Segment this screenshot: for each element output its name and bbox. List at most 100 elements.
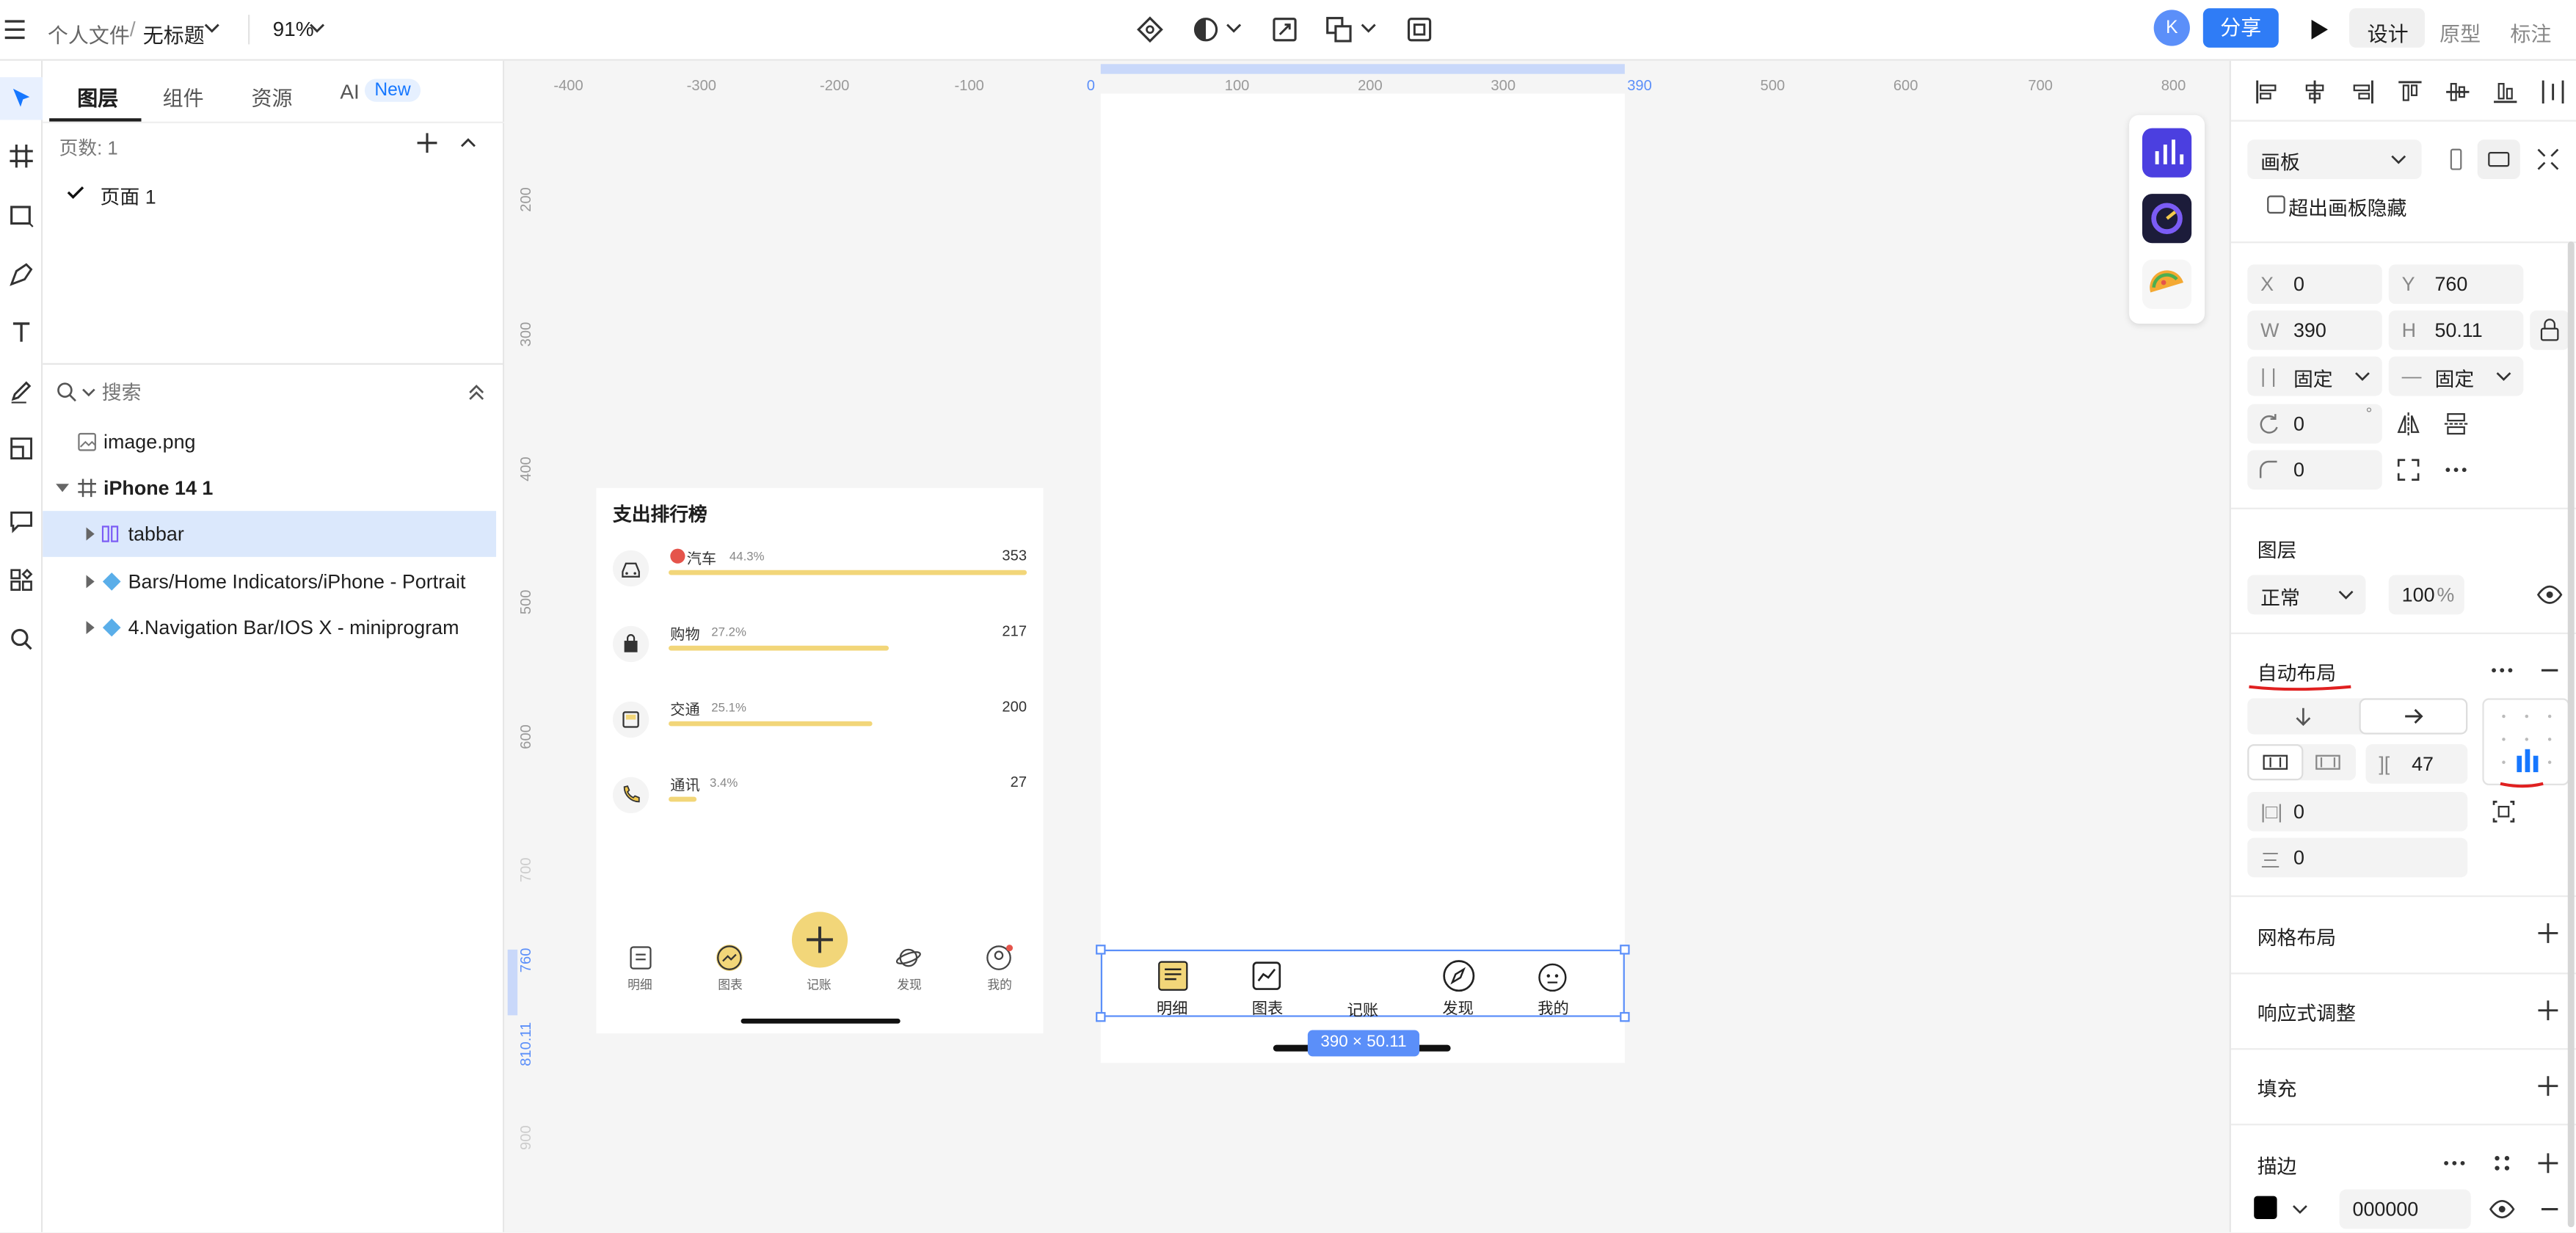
- more-options-icon[interactable]: [2443, 457, 2470, 483]
- remove-auto-layout-icon[interactable]: [2536, 657, 2563, 683]
- align-top-icon[interactable]: [2397, 79, 2423, 105]
- layer-row-iphone[interactable]: iPhone 14 1: [43, 465, 504, 511]
- horizontal-direction-button[interactable]: [2360, 699, 2466, 733]
- layer-row-home-indicator[interactable]: Bars/Home Indicators/iPhone - Portrait: [43, 559, 504, 605]
- add-responsive-icon[interactable]: [2536, 999, 2559, 1022]
- flip-vertical-icon[interactable]: [2443, 411, 2470, 437]
- frame-selection-icon[interactable]: [1405, 15, 1434, 44]
- comment-tool-icon[interactable]: [0, 500, 43, 542]
- alignment-matrix[interactable]: [2482, 698, 2570, 786]
- radius-field[interactable]: 0: [2247, 450, 2382, 490]
- layer-search-input[interactable]: [101, 376, 398, 410]
- frame-type-select[interactable]: 画板: [2247, 139, 2422, 179]
- padding-horizontal-field[interactable]: |□| 0: [2247, 791, 2468, 832]
- align-bottom-icon[interactable]: [2492, 79, 2519, 105]
- align-left-icon[interactable]: [2254, 79, 2280, 105]
- space-between-button[interactable]: [2303, 746, 2354, 779]
- layer-row-image[interactable]: image.png: [43, 419, 504, 465]
- portrait-icon[interactable]: [2443, 146, 2470, 172]
- text-tool-icon[interactable]: [0, 310, 43, 353]
- pencil-tool-icon[interactable]: [0, 370, 43, 412]
- eye-icon[interactable]: [2536, 581, 2563, 608]
- remove-stroke-icon[interactable]: [2536, 1196, 2563, 1223]
- zoom-chevron-icon[interactable]: [305, 16, 335, 46]
- avatar[interactable]: K: [2153, 10, 2190, 46]
- align-right-icon[interactable]: [2349, 79, 2376, 105]
- file-name[interactable]: 无标题: [143, 18, 205, 50]
- page-item[interactable]: 页面 1: [101, 182, 156, 210]
- stroke-more-icon[interactable]: [2441, 1150, 2467, 1176]
- breadcrumb-parent[interactable]: 个人文件: [48, 18, 130, 50]
- add-stroke-icon[interactable]: [2536, 1152, 2559, 1174]
- mask-icon[interactable]: [1191, 15, 1220, 44]
- canvas[interactable]: -400 -300 -200 -100 0 100 200 300 390 50…: [504, 60, 2230, 1232]
- menu-icon[interactable]: [0, 15, 29, 44]
- tab-assets[interactable]: 资源: [251, 81, 292, 112]
- plugins-icon[interactable]: [0, 559, 43, 601]
- more-icon[interactable]: [2489, 657, 2515, 683]
- component-icon[interactable]: [1135, 15, 1165, 44]
- independent-corners-icon[interactable]: [2395, 457, 2422, 483]
- tabbar-selection[interactable]: 明细 图表 记账 发现 我的: [1096, 945, 1630, 1022]
- rotation-field[interactable]: 0 °: [2247, 404, 2382, 444]
- align-hcenter-icon[interactable]: [2302, 79, 2328, 105]
- expand-caret-icon[interactable]: [84, 621, 97, 635]
- share-button[interactable]: 分享: [2202, 8, 2279, 48]
- stroke-color-swatch[interactable]: [2254, 1196, 2277, 1219]
- chevron-down-icon[interactable]: [200, 16, 230, 46]
- resize-handle[interactable]: [1096, 945, 1106, 955]
- expand-caret-icon[interactable]: [84, 575, 97, 589]
- flip-horizontal-icon[interactable]: [2395, 411, 2422, 437]
- padding-vertical-field[interactable]: 三0: [2247, 837, 2468, 878]
- preview-image[interactable]: 支出排行榜 汽车 44.3% 353 购物 27.2% 217 交通 25.1%…: [596, 487, 1044, 1034]
- y-field[interactable]: Y 760: [2388, 264, 2524, 305]
- opacity-field[interactable]: 100 %: [2388, 575, 2464, 615]
- pen-tool-icon[interactable]: [0, 253, 43, 296]
- bar-chart-plugin-icon[interactable]: [2142, 128, 2192, 178]
- vertical-direction-button[interactable]: [2247, 698, 2357, 734]
- packed-spacing-button[interactable]: [2249, 746, 2302, 779]
- resize-handle[interactable]: [1620, 945, 1630, 955]
- scrollbar[interactable]: [2567, 241, 2575, 1228]
- tab-prototype[interactable]: 原型: [2439, 16, 2481, 48]
- play-icon[interactable]: [2303, 15, 2332, 44]
- blend-mode-select[interactable]: 正常: [2247, 575, 2366, 615]
- distribute-icon[interactable]: [2540, 79, 2566, 105]
- collapse-all-icon[interactable]: [467, 383, 487, 403]
- gauge-plugin-icon[interactable]: [2142, 194, 2192, 244]
- search-filter-chevron-icon[interactable]: [81, 385, 97, 401]
- resize-handle[interactable]: [1096, 1011, 1106, 1022]
- tab-layers[interactable]: 图层: [77, 81, 118, 112]
- tab-annotate[interactable]: 标注: [2510, 16, 2551, 48]
- add-page-icon[interactable]: [415, 131, 438, 154]
- frame-tool-icon[interactable]: [0, 135, 43, 178]
- add-grid-icon[interactable]: [2536, 922, 2559, 945]
- collapse-pages-icon[interactable]: [459, 133, 479, 153]
- move-tool-icon[interactable]: [0, 77, 43, 120]
- x-field[interactable]: X0: [2247, 264, 2382, 305]
- independent-padding-icon[interactable]: [2491, 799, 2517, 825]
- slice-tool-icon[interactable]: [0, 427, 43, 470]
- boolean-chevron-icon[interactable]: [1357, 16, 1386, 46]
- mask-chevron-icon[interactable]: [1222, 16, 1251, 46]
- search-tool-icon[interactable]: [0, 618, 43, 661]
- lock-ratio-button[interactable]: [2530, 310, 2570, 350]
- fit-icon[interactable]: [2535, 146, 2561, 172]
- iphone-frame[interactable]: [1100, 93, 1625, 1063]
- gap-field[interactable]: ][47: [2365, 744, 2468, 784]
- add-fill-icon[interactable]: [2536, 1074, 2559, 1097]
- h-field[interactable]: H 50.11: [2388, 310, 2524, 350]
- w-field[interactable]: W 390: [2247, 310, 2382, 350]
- expand-caret-icon[interactable]: [56, 481, 70, 495]
- tab-components[interactable]: 组件: [163, 81, 204, 112]
- rectangle-tool-icon[interactable]: [0, 194, 43, 236]
- tab-ai[interactable]: AI: [340, 81, 359, 103]
- tab-design[interactable]: 设计: [2368, 16, 2409, 48]
- width-mode-select[interactable]: | | 固定: [2247, 356, 2382, 396]
- stroke-style-icon[interactable]: [2489, 1150, 2515, 1176]
- height-mode-select[interactable]: — 固定: [2388, 356, 2524, 396]
- layer-row-navigation-bar[interactable]: 4.Navigation Bar/IOS X - miniprogram: [43, 605, 504, 651]
- expand-caret-icon[interactable]: [84, 527, 97, 541]
- align-vcenter-icon[interactable]: [2445, 79, 2471, 105]
- taco-plugin-icon[interactable]: [2142, 259, 2192, 309]
